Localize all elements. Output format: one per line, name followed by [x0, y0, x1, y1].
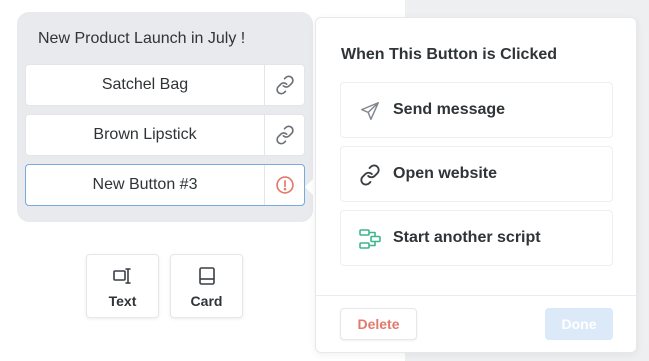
page: New Product Launch in July ! Satchel Bag…	[0, 0, 649, 361]
option-label: Send message	[393, 101, 506, 118]
message-card: New Product Launch in July ! Satchel Bag…	[17, 12, 313, 222]
link-icon	[358, 163, 382, 187]
panel-title: When This Button is Clicked	[341, 46, 558, 63]
button-action-panel: When This Button is Clicked Send message…	[315, 17, 637, 353]
option-start-another-script[interactable]: Start another script	[340, 210, 613, 266]
text-cursor-icon	[87, 266, 158, 286]
message-button-satchel-bag[interactable]: Satchel Bag	[25, 64, 305, 106]
delete-button[interactable]: Delete	[340, 308, 417, 340]
tool-label: Text	[108, 293, 137, 309]
message-text[interactable]: New Product Launch in July !	[38, 30, 245, 48]
done-button[interactable]: Done	[545, 308, 613, 340]
message-button-label[interactable]: New Button #3	[26, 165, 264, 205]
panel-divider	[316, 295, 636, 296]
tool-label: Card	[190, 293, 223, 309]
message-button-label[interactable]: Brown Lipstick	[26, 115, 264, 155]
message-button-new-button-3[interactable]: New Button #3	[25, 164, 305, 206]
add-text-button[interactable]: Text	[86, 254, 159, 318]
alert-icon[interactable]	[264, 165, 304, 205]
link-icon[interactable]	[264, 65, 304, 105]
paper-plane-icon	[358, 99, 382, 123]
flow-icon	[358, 227, 382, 251]
message-button-brown-lipstick[interactable]: Brown Lipstick	[25, 114, 305, 156]
option-label: Open website	[393, 165, 498, 182]
card-icon	[171, 266, 242, 286]
add-card-button[interactable]: Card	[170, 254, 243, 318]
message-button-label[interactable]: Satchel Bag	[26, 65, 264, 105]
option-send-message[interactable]: Send message	[340, 82, 613, 138]
option-label: Start another script	[393, 229, 541, 246]
option-open-website[interactable]: Open website	[340, 146, 613, 202]
link-icon[interactable]	[264, 115, 304, 155]
